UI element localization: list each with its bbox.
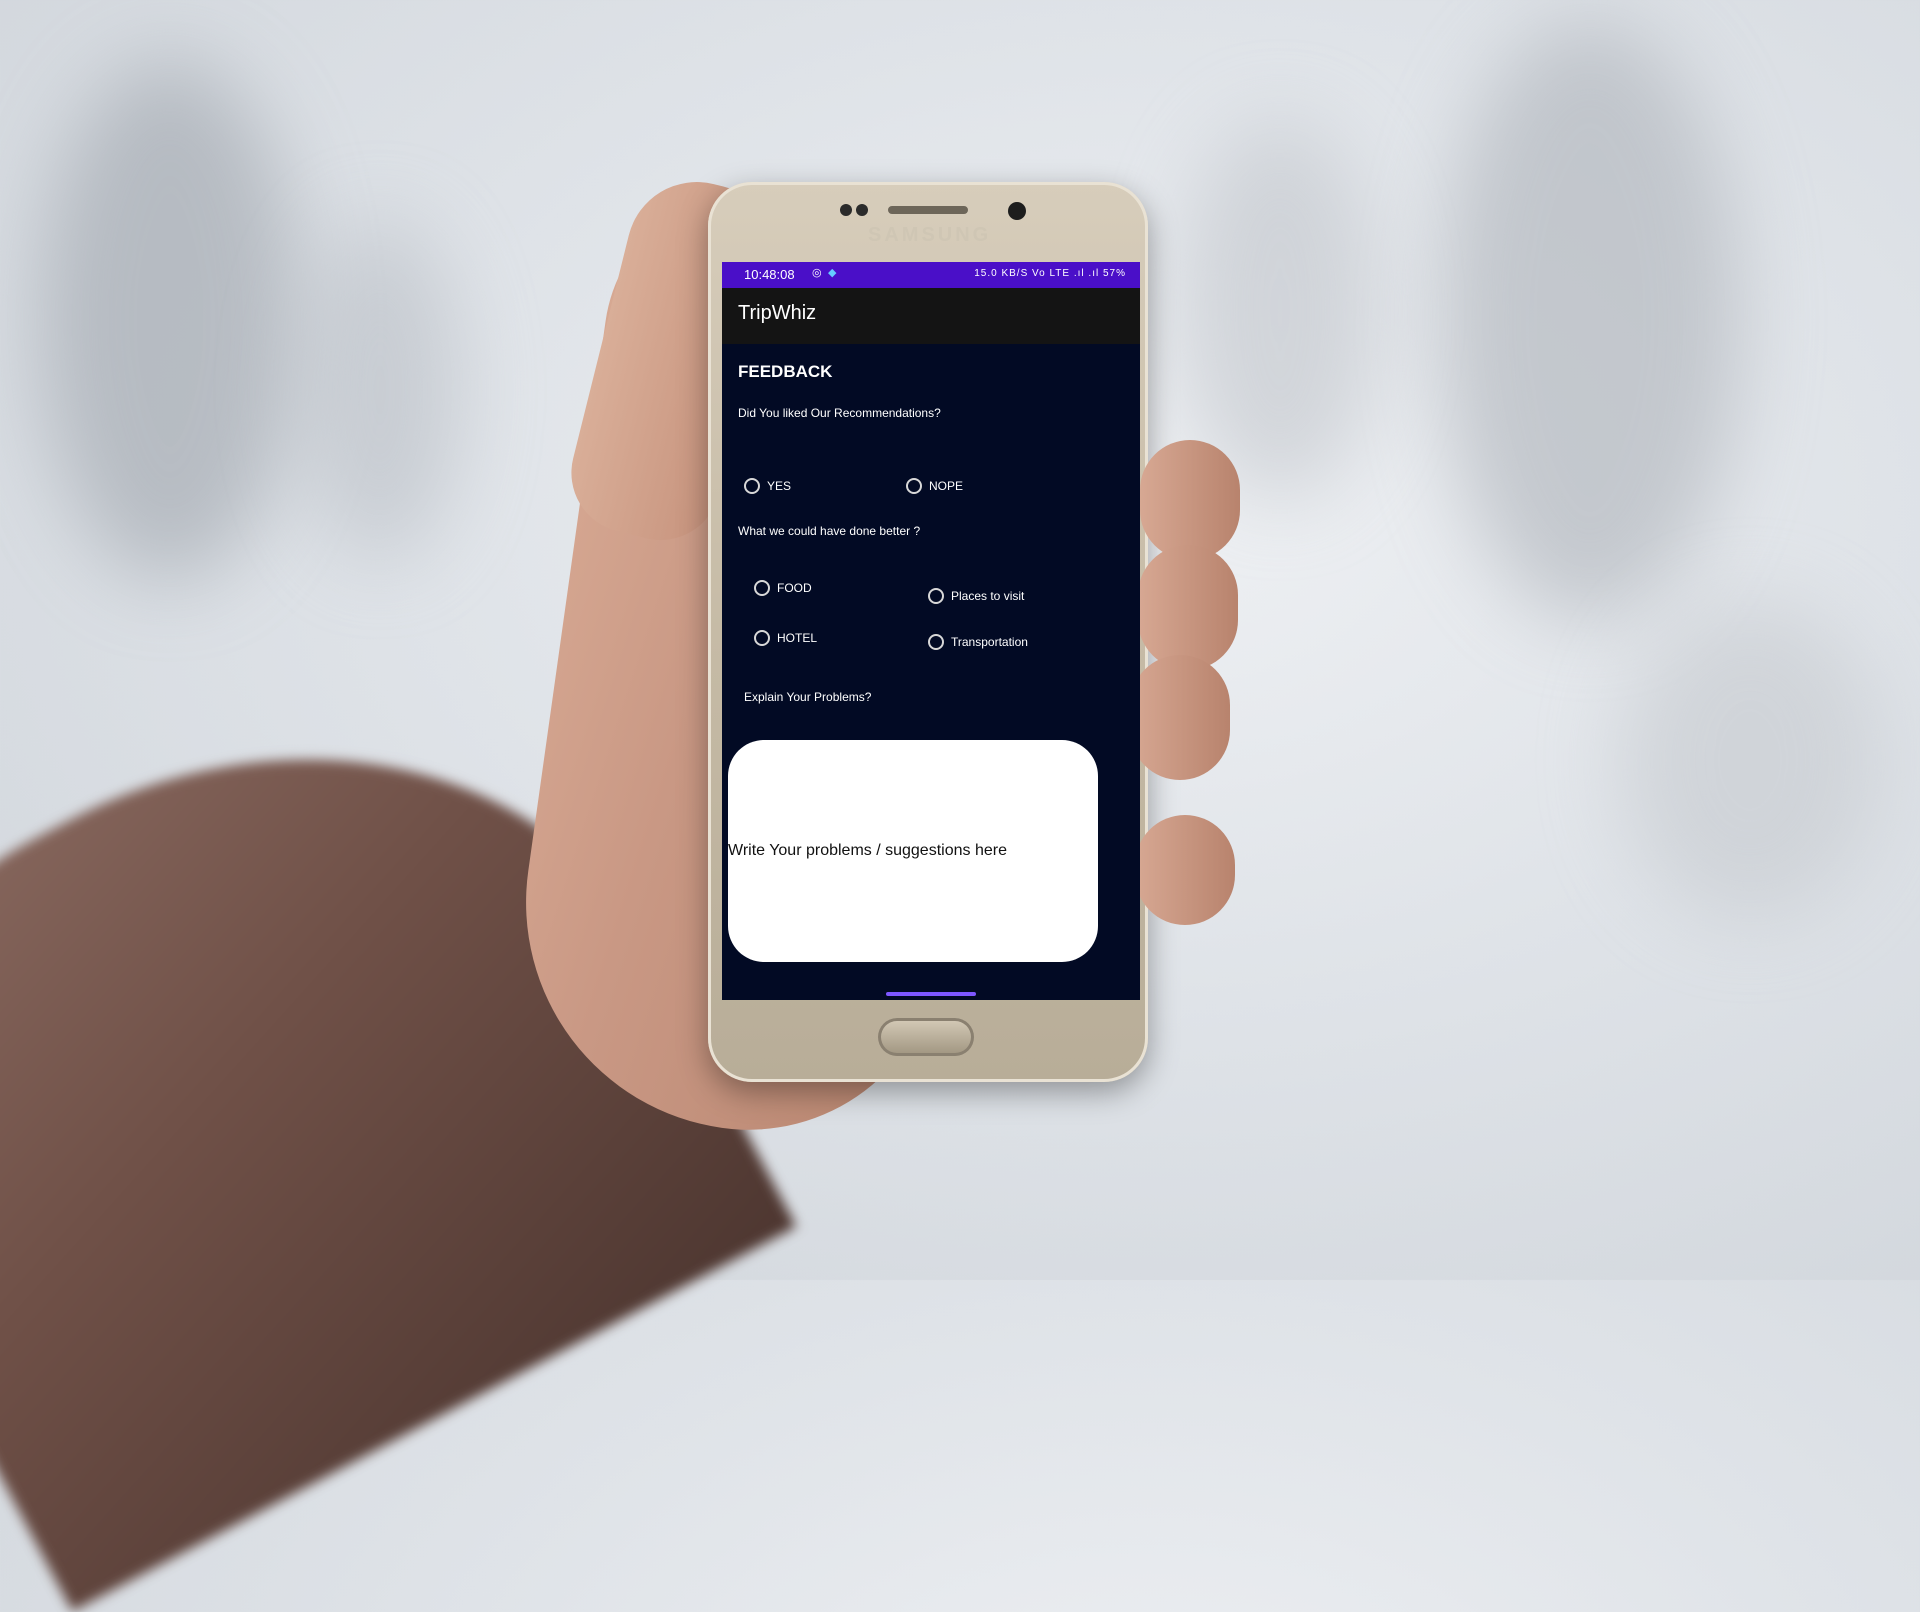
status-time: 10:48:08 [744,267,795,282]
radio-food[interactable]: FOOD [754,580,812,596]
sensor-icon [840,204,852,216]
radio-circle-icon[interactable] [928,588,944,604]
home-button[interactable] [878,1018,974,1056]
text-area-placeholder: Write Your problems / suggestions here [728,842,1007,859]
app-title: TripWhiz [738,302,817,324]
status-bar: 10:48:08 ◎ ◆ 15.0 KB/S Vo LTE .ıl .ıl 57… [722,262,1140,288]
finger [1130,655,1230,780]
background-blur [1180,120,1380,500]
question-improvements: What we could have done better ? [738,524,921,538]
front-camera-icon [1008,202,1026,220]
finger [1138,545,1238,670]
radio-label: FOOD [777,581,812,595]
radio-label: NOPE [929,479,964,493]
page-title: FEEDBACK [738,362,833,381]
brand-logo: SAMSUNG [868,224,992,246]
phone-screen: 10:48:08 ◎ ◆ 15.0 KB/S Vo LTE .ıl .ıl 57… [722,262,1140,1000]
gesture-navigation-bar[interactable] [886,992,976,996]
instagram-icon: ◎ [812,267,822,279]
radio-nope[interactable]: NOPE [906,478,963,494]
earpiece [888,206,968,214]
background-blur [1620,600,1880,920]
finger [1140,440,1240,560]
app-bar: TripWhiz [722,288,1140,344]
radio-places-to-visit[interactable]: Places to visit [928,588,1024,604]
status-icons: 15.0 KB/S Vo LTE .ıl .ıl 57% [974,268,1126,279]
radio-circle-icon[interactable] [754,580,770,596]
radio-label: Transportation [951,635,1028,649]
background-blur [300,220,460,560]
sensor-icon [856,204,868,216]
radio-label: HOTEL [777,631,818,645]
question-explain: Explain Your Problems? [744,690,872,704]
background-blur [1440,20,1740,620]
radio-circle-icon[interactable] [754,630,770,646]
radio-circle-icon[interactable] [906,478,922,494]
problems-text-area[interactable]: Write Your problems / suggestions here [728,740,1098,962]
radio-label: Places to visit [951,589,1025,603]
finger [1135,815,1235,925]
radio-hotel[interactable]: HOTEL [754,630,817,646]
radio-circle-icon[interactable] [744,478,760,494]
notification-icon: ◆ [828,267,837,279]
radio-circle-icon[interactable] [928,634,944,650]
radio-transportation[interactable]: Transportation [928,634,1028,650]
background-blur [40,60,300,580]
radio-yes[interactable]: YES [744,478,791,494]
radio-label: YES [767,479,792,493]
question-recommendations: Did You liked Our Recommendations? [738,406,941,420]
